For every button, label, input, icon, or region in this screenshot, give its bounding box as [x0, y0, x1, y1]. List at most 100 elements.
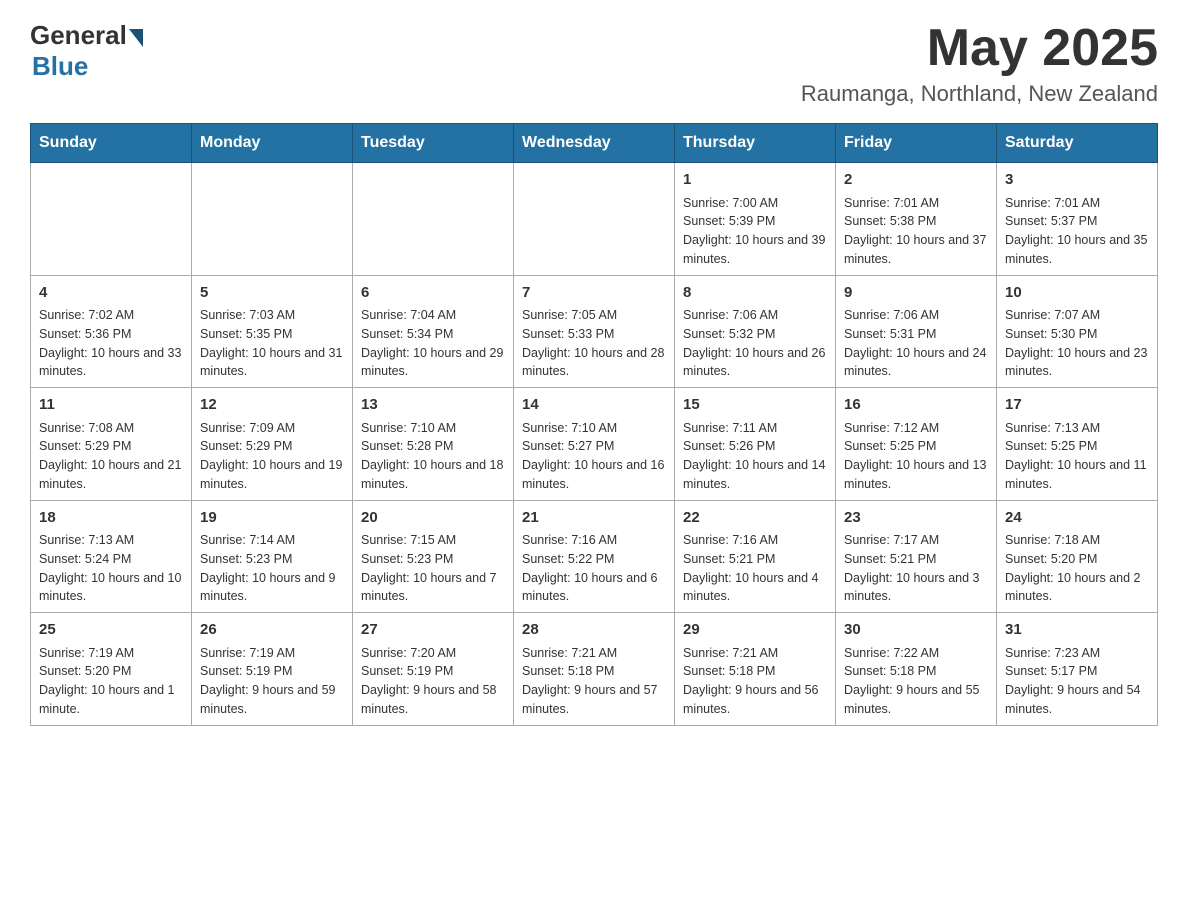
- day-info: Sunrise: 7:18 AM Sunset: 5:20 PM Dayligh…: [1005, 531, 1149, 606]
- day-info: Sunrise: 7:10 AM Sunset: 5:28 PM Dayligh…: [361, 419, 505, 494]
- day-number: 23: [844, 507, 988, 530]
- logo-arrow-icon: [129, 29, 143, 47]
- day-info: Sunrise: 7:19 AM Sunset: 5:20 PM Dayligh…: [39, 644, 183, 719]
- day-number: 5: [200, 282, 344, 305]
- day-info: Sunrise: 7:21 AM Sunset: 5:18 PM Dayligh…: [522, 644, 666, 719]
- calendar-cell: 22Sunrise: 7:16 AM Sunset: 5:21 PM Dayli…: [675, 500, 836, 613]
- day-info: Sunrise: 7:00 AM Sunset: 5:39 PM Dayligh…: [683, 194, 827, 269]
- calendar-cell: [192, 163, 353, 276]
- day-number: 20: [361, 507, 505, 530]
- page-header: General Blue May 2025 Raumanga, Northlan…: [30, 20, 1158, 107]
- logo-general-text: General: [30, 20, 127, 51]
- logo-blue-text: Blue: [32, 51, 88, 82]
- calendar-header-row: SundayMondayTuesdayWednesdayThursdayFrid…: [31, 124, 1158, 163]
- day-number: 27: [361, 619, 505, 642]
- calendar-cell: [353, 163, 514, 276]
- calendar-cell: 2Sunrise: 7:01 AM Sunset: 5:38 PM Daylig…: [836, 163, 997, 276]
- day-number: 28: [522, 619, 666, 642]
- calendar-cell: 11Sunrise: 7:08 AM Sunset: 5:29 PM Dayli…: [31, 388, 192, 501]
- calendar-cell: 5Sunrise: 7:03 AM Sunset: 5:35 PM Daylig…: [192, 275, 353, 388]
- day-number: 29: [683, 619, 827, 642]
- calendar-cell: 15Sunrise: 7:11 AM Sunset: 5:26 PM Dayli…: [675, 388, 836, 501]
- calendar-cell: 23Sunrise: 7:17 AM Sunset: 5:21 PM Dayli…: [836, 500, 997, 613]
- column-header-thursday: Thursday: [675, 124, 836, 163]
- day-info: Sunrise: 7:23 AM Sunset: 5:17 PM Dayligh…: [1005, 644, 1149, 719]
- calendar-cell: 3Sunrise: 7:01 AM Sunset: 5:37 PM Daylig…: [997, 163, 1158, 276]
- calendar-cell: 10Sunrise: 7:07 AM Sunset: 5:30 PM Dayli…: [997, 275, 1158, 388]
- calendar-cell: 7Sunrise: 7:05 AM Sunset: 5:33 PM Daylig…: [514, 275, 675, 388]
- logo: General Blue: [30, 20, 143, 82]
- calendar-week-row: 25Sunrise: 7:19 AM Sunset: 5:20 PM Dayli…: [31, 613, 1158, 726]
- calendar-cell: 14Sunrise: 7:10 AM Sunset: 5:27 PM Dayli…: [514, 388, 675, 501]
- day-number: 1: [683, 169, 827, 192]
- calendar-week-row: 1Sunrise: 7:00 AM Sunset: 5:39 PM Daylig…: [31, 163, 1158, 276]
- calendar-week-row: 18Sunrise: 7:13 AM Sunset: 5:24 PM Dayli…: [31, 500, 1158, 613]
- day-number: 11: [39, 394, 183, 417]
- day-number: 25: [39, 619, 183, 642]
- calendar-cell: 16Sunrise: 7:12 AM Sunset: 5:25 PM Dayli…: [836, 388, 997, 501]
- day-info: Sunrise: 7:10 AM Sunset: 5:27 PM Dayligh…: [522, 419, 666, 494]
- day-number: 31: [1005, 619, 1149, 642]
- day-info: Sunrise: 7:14 AM Sunset: 5:23 PM Dayligh…: [200, 531, 344, 606]
- calendar-week-row: 11Sunrise: 7:08 AM Sunset: 5:29 PM Dayli…: [31, 388, 1158, 501]
- calendar-cell: 4Sunrise: 7:02 AM Sunset: 5:36 PM Daylig…: [31, 275, 192, 388]
- calendar-cell: 1Sunrise: 7:00 AM Sunset: 5:39 PM Daylig…: [675, 163, 836, 276]
- day-number: 12: [200, 394, 344, 417]
- calendar-cell: 27Sunrise: 7:20 AM Sunset: 5:19 PM Dayli…: [353, 613, 514, 726]
- day-number: 14: [522, 394, 666, 417]
- calendar-cell: 21Sunrise: 7:16 AM Sunset: 5:22 PM Dayli…: [514, 500, 675, 613]
- day-info: Sunrise: 7:13 AM Sunset: 5:24 PM Dayligh…: [39, 531, 183, 606]
- day-number: 7: [522, 282, 666, 305]
- column-header-monday: Monday: [192, 124, 353, 163]
- day-number: 2: [844, 169, 988, 192]
- day-number: 24: [1005, 507, 1149, 530]
- day-number: 8: [683, 282, 827, 305]
- day-number: 13: [361, 394, 505, 417]
- calendar-cell: 24Sunrise: 7:18 AM Sunset: 5:20 PM Dayli…: [997, 500, 1158, 613]
- column-header-wednesday: Wednesday: [514, 124, 675, 163]
- title-block: May 2025 Raumanga, Northland, New Zealan…: [801, 20, 1158, 107]
- day-number: 30: [844, 619, 988, 642]
- calendar-cell: 12Sunrise: 7:09 AM Sunset: 5:29 PM Dayli…: [192, 388, 353, 501]
- month-year-title: May 2025: [801, 20, 1158, 77]
- day-info: Sunrise: 7:08 AM Sunset: 5:29 PM Dayligh…: [39, 419, 183, 494]
- calendar-cell: 25Sunrise: 7:19 AM Sunset: 5:20 PM Dayli…: [31, 613, 192, 726]
- day-number: 21: [522, 507, 666, 530]
- day-number: 3: [1005, 169, 1149, 192]
- location-subtitle: Raumanga, Northland, New Zealand: [801, 81, 1158, 107]
- calendar-cell: 13Sunrise: 7:10 AM Sunset: 5:28 PM Dayli…: [353, 388, 514, 501]
- day-info: Sunrise: 7:15 AM Sunset: 5:23 PM Dayligh…: [361, 531, 505, 606]
- column-header-tuesday: Tuesday: [353, 124, 514, 163]
- day-info: Sunrise: 7:02 AM Sunset: 5:36 PM Dayligh…: [39, 306, 183, 381]
- day-info: Sunrise: 7:06 AM Sunset: 5:31 PM Dayligh…: [844, 306, 988, 381]
- day-number: 19: [200, 507, 344, 530]
- day-number: 16: [844, 394, 988, 417]
- day-info: Sunrise: 7:06 AM Sunset: 5:32 PM Dayligh…: [683, 306, 827, 381]
- day-number: 10: [1005, 282, 1149, 305]
- day-number: 26: [200, 619, 344, 642]
- day-info: Sunrise: 7:11 AM Sunset: 5:26 PM Dayligh…: [683, 419, 827, 494]
- day-number: 17: [1005, 394, 1149, 417]
- column-header-sunday: Sunday: [31, 124, 192, 163]
- day-number: 22: [683, 507, 827, 530]
- calendar-cell: 6Sunrise: 7:04 AM Sunset: 5:34 PM Daylig…: [353, 275, 514, 388]
- calendar-cell: 29Sunrise: 7:21 AM Sunset: 5:18 PM Dayli…: [675, 613, 836, 726]
- day-info: Sunrise: 7:04 AM Sunset: 5:34 PM Dayligh…: [361, 306, 505, 381]
- day-info: Sunrise: 7:16 AM Sunset: 5:22 PM Dayligh…: [522, 531, 666, 606]
- column-header-friday: Friday: [836, 124, 997, 163]
- calendar-cell: 8Sunrise: 7:06 AM Sunset: 5:32 PM Daylig…: [675, 275, 836, 388]
- day-number: 15: [683, 394, 827, 417]
- calendar-cell: 18Sunrise: 7:13 AM Sunset: 5:24 PM Dayli…: [31, 500, 192, 613]
- day-info: Sunrise: 7:01 AM Sunset: 5:37 PM Dayligh…: [1005, 194, 1149, 269]
- calendar-cell: 31Sunrise: 7:23 AM Sunset: 5:17 PM Dayli…: [997, 613, 1158, 726]
- calendar-table: SundayMondayTuesdayWednesdayThursdayFrid…: [30, 123, 1158, 726]
- day-info: Sunrise: 7:21 AM Sunset: 5:18 PM Dayligh…: [683, 644, 827, 719]
- calendar-cell: 28Sunrise: 7:21 AM Sunset: 5:18 PM Dayli…: [514, 613, 675, 726]
- day-info: Sunrise: 7:19 AM Sunset: 5:19 PM Dayligh…: [200, 644, 344, 719]
- day-info: Sunrise: 7:09 AM Sunset: 5:29 PM Dayligh…: [200, 419, 344, 494]
- day-number: 9: [844, 282, 988, 305]
- day-info: Sunrise: 7:22 AM Sunset: 5:18 PM Dayligh…: [844, 644, 988, 719]
- day-info: Sunrise: 7:20 AM Sunset: 5:19 PM Dayligh…: [361, 644, 505, 719]
- day-info: Sunrise: 7:05 AM Sunset: 5:33 PM Dayligh…: [522, 306, 666, 381]
- day-info: Sunrise: 7:12 AM Sunset: 5:25 PM Dayligh…: [844, 419, 988, 494]
